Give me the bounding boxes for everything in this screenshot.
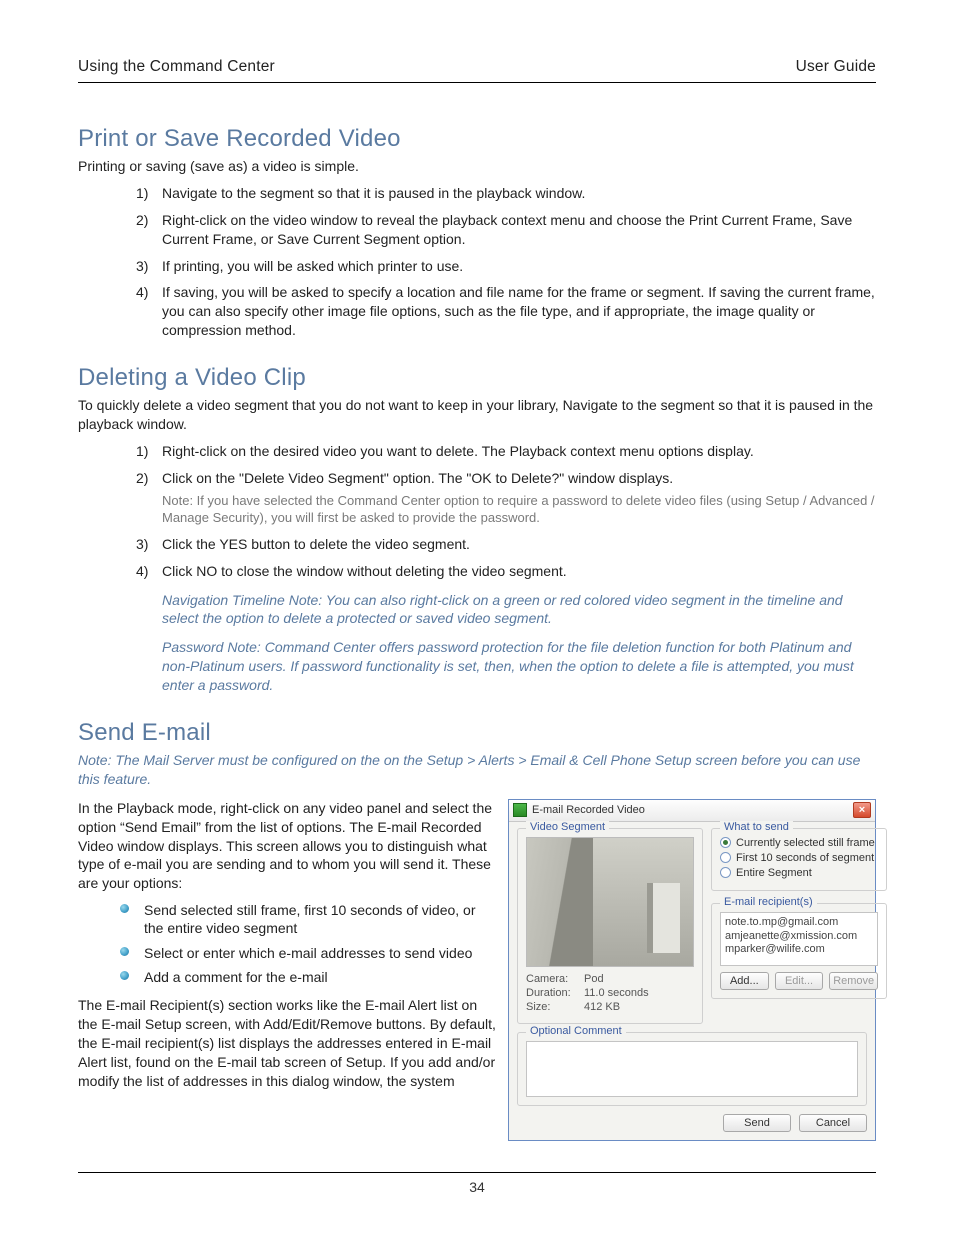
group-comment-legend: Optional Comment [526, 1025, 626, 1037]
radio-entire-segment[interactable]: Entire Segment [720, 867, 878, 879]
group-video-legend: Video Segment [526, 821, 609, 833]
bullet-icon [120, 904, 129, 913]
section3-config-note: Note: The Mail Server must be configured… [78, 751, 876, 789]
section1-steps: 1)Navigate to the segment so that it is … [136, 184, 876, 340]
header-right: User Guide [796, 58, 876, 76]
section3-para2: The E-mail Recipient(s) section works li… [78, 996, 496, 1090]
s2-step4: Click NO to close the window without del… [162, 563, 567, 579]
size-value: 412 KB [584, 1001, 620, 1013]
size-label: Size: [526, 1001, 584, 1013]
section2-steps: 1)Right-click on the desired video you w… [136, 442, 876, 695]
remove-button[interactable]: Remove [829, 972, 878, 990]
bullet-icon [120, 971, 129, 980]
group-recipients-legend: E-mail recipient(s) [720, 896, 817, 908]
video-thumbnail [526, 837, 694, 967]
section2-title: Deleting a Video Clip [78, 364, 876, 392]
page-number: 34 [0, 1179, 954, 1195]
email-dialog: E-mail Recorded Video × Video Segment Ca… [508, 799, 876, 1141]
edit-button[interactable]: Edit... [775, 972, 824, 990]
close-icon[interactable]: × [853, 802, 871, 818]
send-button[interactable]: Send [723, 1114, 791, 1132]
footer-rule [78, 1172, 876, 1173]
bullet2: Select or enter which e-mail addresses t… [144, 945, 472, 961]
header-left: Using the Command Center [78, 58, 275, 76]
s2-nav-note: Navigation Timeline Note: You can also r… [162, 591, 876, 629]
recipients-list[interactable]: note.to.mp@gmail.com amjeanette@xmission… [720, 912, 878, 966]
cancel-button[interactable]: Cancel [799, 1114, 867, 1132]
s2-note-step2: Note: If you have selected the Command C… [162, 492, 876, 527]
s1-step4: If saving, you will be asked to specify … [162, 284, 875, 338]
recipient-2: amjeanette@xmission.com [725, 930, 873, 944]
radio-icon [720, 867, 731, 878]
s1-step3: If printing, you will be asked which pri… [162, 258, 463, 274]
s2-pwd-note: Password Note: Command Center offers pas… [162, 638, 876, 695]
radio-still-frame[interactable]: Currently selected still frame [720, 837, 878, 849]
camera-label: Camera: [526, 973, 584, 985]
radio-icon [720, 852, 731, 863]
radio-first-10s[interactable]: First 10 seconds of segment [720, 852, 878, 864]
s1-step2: Right-click on the video window to revea… [162, 212, 852, 247]
section3-title: Send E-mail [78, 719, 876, 747]
bullet1: Send selected still frame, first 10 seco… [144, 902, 476, 936]
recipient-1: note.to.mp@gmail.com [725, 916, 873, 930]
s2-step2: Click on the "Delete Video Segment" opti… [162, 470, 673, 486]
section1-title: Print or Save Recorded Video [78, 125, 876, 153]
section1-intro: Printing or saving (save as) a video is … [78, 157, 876, 176]
duration-value: 11.0 seconds [584, 987, 649, 999]
comment-input[interactable] [526, 1041, 858, 1097]
dialog-titlebar: E-mail Recorded Video × [509, 800, 875, 822]
section3-para1: In the Playback mode, right-click on any… [78, 799, 496, 893]
recipient-3: mparker@wilife.com [725, 943, 873, 957]
camera-value: Pod [584, 973, 604, 985]
bullet3: Add a comment for the e-mail [144, 969, 328, 985]
s2-step3: Click the YES button to delete the video… [162, 536, 470, 552]
page-header: Using the Command Center User Guide [78, 58, 876, 83]
s1-step1: Navigate to the segment so that it is pa… [162, 185, 585, 201]
bullet-icon [120, 947, 129, 956]
group-what-legend: What to send [720, 821, 793, 833]
radio-icon [720, 837, 731, 848]
video-meta: Camera:Pod Duration:11.0 seconds Size:41… [526, 973, 694, 1013]
add-button[interactable]: Add... [720, 972, 769, 990]
s2-step1: Right-click on the desired video you wan… [162, 443, 754, 459]
section2-intro: To quickly delete a video segment that y… [78, 396, 876, 434]
section3-bullets: Send selected still frame, first 10 seco… [120, 901, 496, 986]
duration-label: Duration: [526, 987, 584, 999]
app-icon [513, 803, 527, 817]
dialog-title: E-mail Recorded Video [532, 804, 853, 816]
